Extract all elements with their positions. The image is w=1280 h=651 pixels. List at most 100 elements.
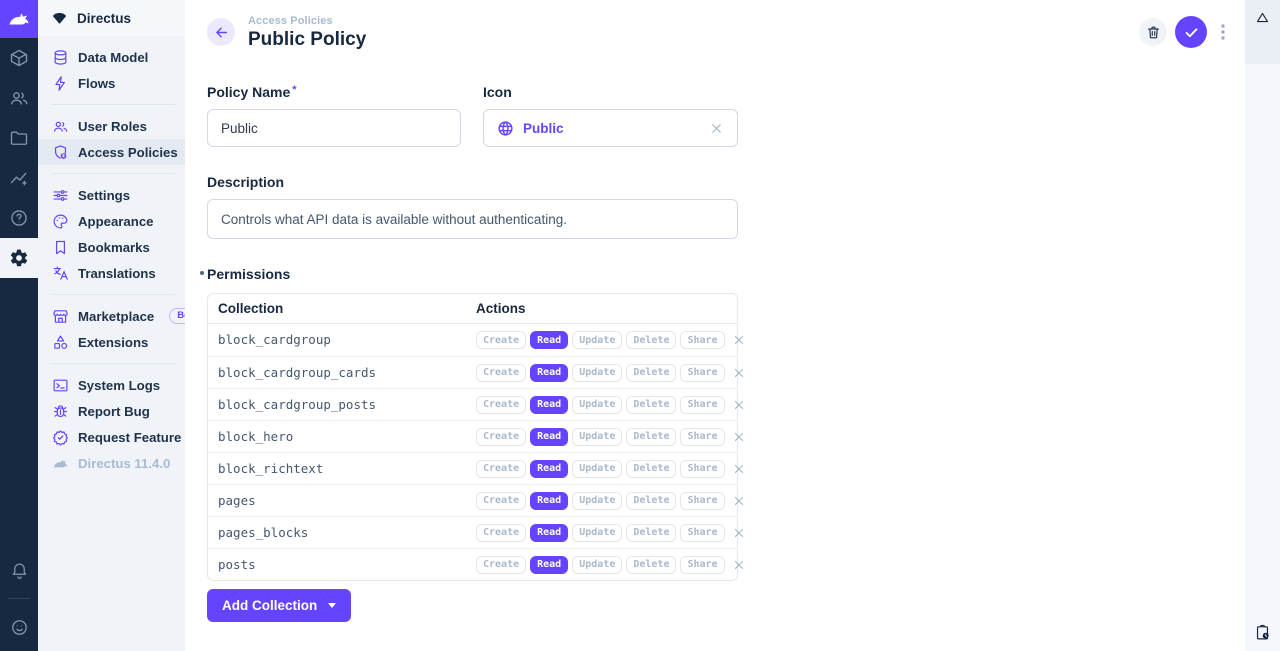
remove-row-button[interactable] (732, 398, 746, 412)
action-chip-delete[interactable]: Delete (626, 556, 676, 574)
module-files[interactable] (0, 118, 38, 158)
project-header[interactable]: Directus (38, 0, 185, 36)
users-icon (9, 88, 29, 108)
policy-name-input[interactable] (207, 109, 461, 147)
action-chip-create[interactable]: Create (476, 396, 526, 414)
remove-row-button[interactable] (732, 494, 746, 508)
nav-item-report-bug[interactable]: Report Bug (38, 398, 185, 424)
action-chip-read[interactable]: Read (530, 492, 568, 510)
action-chip-read[interactable]: Read (530, 396, 568, 414)
action-chip-read[interactable]: Read (530, 556, 568, 574)
icon-select[interactable]: Public (483, 109, 738, 147)
database-icon (51, 49, 69, 66)
nav-item-bookmarks[interactable]: Bookmarks (38, 234, 185, 260)
action-chip-delete[interactable]: Delete (626, 364, 676, 382)
nav-item-request-feature[interactable]: Request Feature (38, 424, 185, 450)
action-chip-update[interactable]: Update (572, 524, 622, 542)
action-chip-share[interactable]: Share (680, 460, 724, 478)
action-chip-read[interactable]: Read (530, 460, 568, 478)
action-chip-share[interactable]: Share (680, 428, 724, 446)
action-chip-share[interactable]: Share (680, 364, 724, 382)
remove-row-button[interactable] (732, 430, 746, 444)
more-options-button[interactable] (1215, 24, 1231, 40)
nav-item-settings[interactable]: Settings (38, 182, 185, 208)
action-chip-delete[interactable]: Delete (626, 396, 676, 414)
action-chip-update[interactable]: Update (572, 331, 622, 349)
nav-item-data-model[interactable]: Data Model (38, 44, 185, 70)
module-content[interactable] (0, 38, 38, 78)
action-chips: CreateReadUpdateDeleteShare (476, 396, 725, 414)
remove-row-button[interactable] (732, 526, 746, 540)
action-chip-share[interactable]: Share (680, 556, 724, 574)
nav-item-translations[interactable]: Translations (38, 260, 185, 286)
action-chip-create[interactable]: Create (476, 556, 526, 574)
action-chip-create[interactable]: Create (476, 460, 526, 478)
description-input[interactable] (207, 199, 738, 239)
action-chip-read[interactable]: Read (530, 331, 568, 349)
bookmark-icon (51, 239, 69, 256)
nav-sidebar: Directus Data Model Flows User Rol (38, 0, 185, 651)
nav-item-extensions[interactable]: Extensions (38, 329, 185, 355)
action-chip-share[interactable]: Share (680, 492, 724, 510)
module-users[interactable] (0, 78, 38, 118)
action-chip-update[interactable]: Update (572, 428, 622, 446)
action-chip-delete[interactable]: Delete (626, 331, 676, 349)
module-help[interactable] (0, 198, 38, 238)
remove-row-button[interactable] (732, 558, 746, 572)
action-chip-read[interactable]: Read (530, 364, 568, 382)
extensions-icon (51, 334, 69, 351)
action-chip-update[interactable]: Update (572, 460, 622, 478)
action-chip-create[interactable]: Create (476, 492, 526, 510)
back-button[interactable] (207, 18, 235, 46)
main-content: Access Policies Public Policy (185, 0, 1245, 651)
action-chip-update[interactable]: Update (572, 396, 622, 414)
action-chip-update[interactable]: Update (572, 556, 622, 574)
add-collection-button[interactable]: Add Collection (207, 589, 351, 622)
save-button[interactable] (1175, 16, 1207, 48)
remove-row-button[interactable] (732, 333, 746, 347)
nav-item-label: Marketplace (78, 309, 154, 324)
action-chip-delete[interactable]: Delete (626, 428, 676, 446)
action-chip-create[interactable]: Create (476, 331, 526, 349)
permissions-table: Collection Actions block_cardgroup Creat… (207, 293, 738, 581)
action-chip-share[interactable]: Share (680, 396, 724, 414)
action-chip-read[interactable]: Read (530, 524, 568, 542)
clear-icon-button[interactable] (709, 121, 724, 136)
nav-item-access-policies[interactable]: Access Policies (38, 139, 185, 165)
policy-name-field-group: Policy Name* (207, 84, 461, 147)
sidebar-toggle[interactable] (1245, 0, 1280, 64)
action-chip-delete[interactable]: Delete (626, 524, 676, 542)
revisions-button[interactable] (1254, 624, 1271, 641)
nav-item-label: Report Bug (78, 404, 150, 419)
nav-item-system-logs[interactable]: System Logs (38, 372, 185, 398)
delete-policy-button[interactable] (1139, 18, 1167, 46)
action-chip-delete[interactable]: Delete (626, 460, 676, 478)
module-insights[interactable] (0, 158, 38, 198)
directus-logo-button[interactable] (0, 0, 38, 38)
account-button[interactable] (0, 607, 38, 647)
notifications-bell-icon (10, 561, 29, 580)
nav-item-marketplace[interactable]: Marketplace Beta (38, 303, 185, 329)
action-chip-update[interactable]: Update (572, 492, 622, 510)
collection-name: block_cardgroup_posts (218, 397, 376, 412)
action-chip-update[interactable]: Update (572, 364, 622, 382)
nav-item-user-roles[interactable]: User Roles (38, 113, 185, 139)
bug-icon (51, 403, 69, 420)
action-chip-create[interactable]: Create (476, 364, 526, 382)
module-settings[interactable] (0, 238, 38, 278)
action-chip-create[interactable]: Create (476, 428, 526, 446)
nav-item-flows[interactable]: Flows (38, 70, 185, 96)
notifications-button[interactable] (0, 550, 38, 590)
action-chip-create[interactable]: Create (476, 524, 526, 542)
breadcrumb[interactable]: Access Policies (248, 16, 366, 27)
nav-item-appearance[interactable]: Appearance (38, 208, 185, 234)
action-chip-share[interactable]: Share (680, 524, 724, 542)
remove-row-button[interactable] (732, 366, 746, 380)
settings-gear-icon (9, 248, 29, 268)
nav-item-label: Settings (78, 188, 130, 203)
action-chip-read[interactable]: Read (530, 428, 568, 446)
action-chip-delete[interactable]: Delete (626, 492, 676, 510)
remove-row-button[interactable] (732, 462, 746, 476)
action-chip-share[interactable]: Share (680, 331, 724, 349)
edited-dot (200, 271, 204, 275)
